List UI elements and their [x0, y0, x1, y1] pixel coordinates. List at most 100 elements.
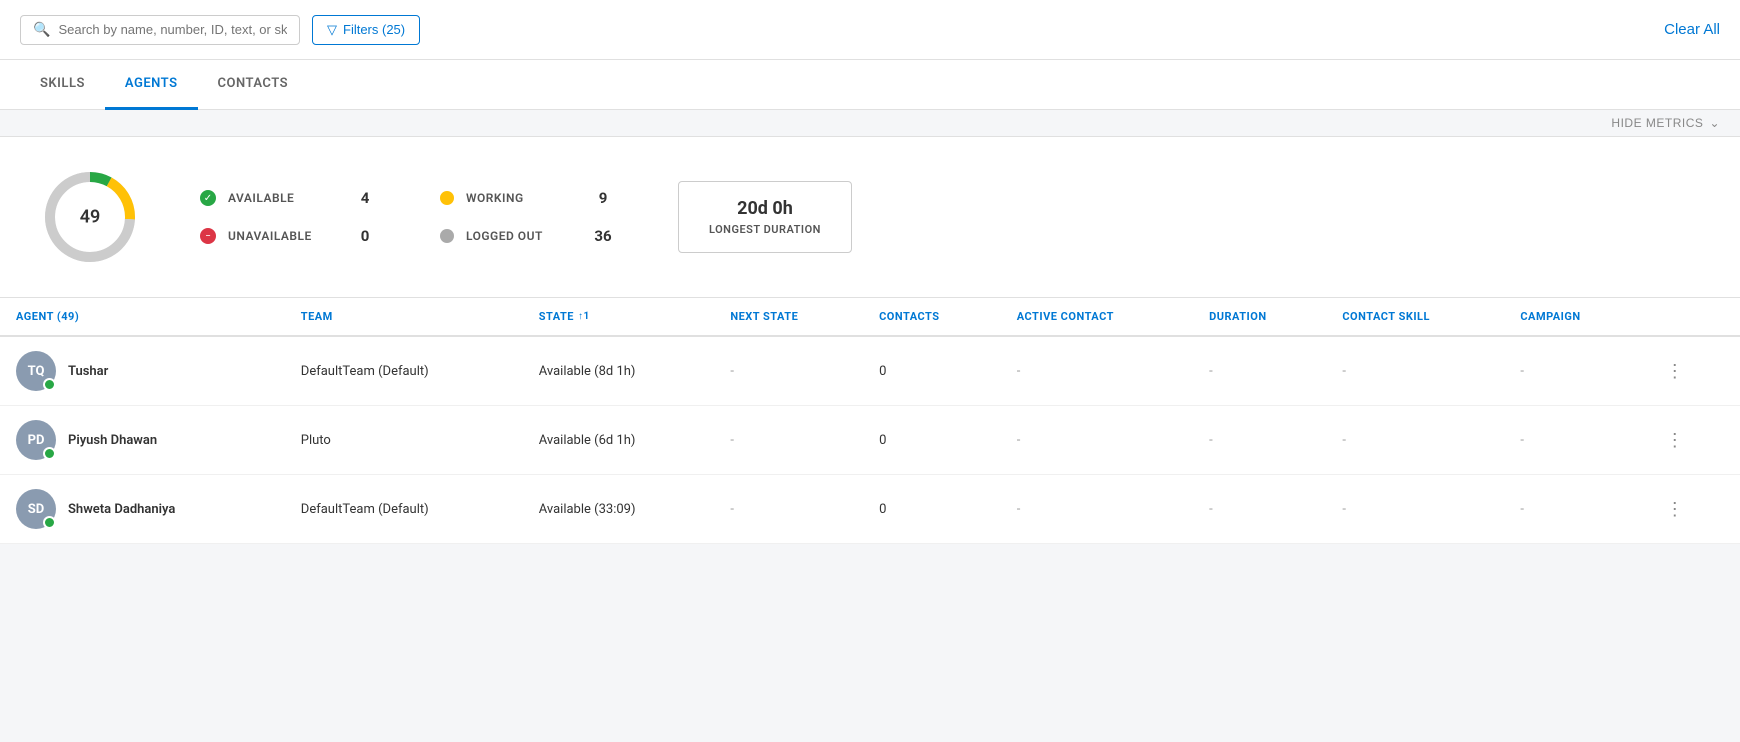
active-contact-cell-shweta: -	[1001, 475, 1193, 544]
table-header: AGENT (49) TEAM STATE ↑1 NEXT STATE CONT…	[0, 298, 1740, 336]
hide-metrics-label: HIDE METRICS	[1611, 116, 1703, 130]
filter-button[interactable]: ▽ Filters (25)	[312, 15, 420, 45]
duration-value: 20d 0h	[709, 198, 821, 219]
contact-skill-cell-tushar: -	[1326, 336, 1504, 406]
agent-cell-shweta: SD Shweta Dadhaniya	[0, 475, 285, 544]
table-row: PD Piyush Dhawan Pluto Available (6d 1h)…	[0, 406, 1740, 475]
duration-label: LONGEST DURATION	[709, 223, 821, 236]
stat-row-available: ✓ AVAILABLE 4	[200, 189, 380, 207]
working-value: 9	[588, 189, 618, 207]
duration-cell-piyush: -	[1193, 406, 1326, 475]
available-label: AVAILABLE	[228, 191, 338, 205]
stat-row-working: WORKING 9	[440, 189, 618, 207]
unavailable-icon: −	[200, 228, 216, 244]
more-actions-button-shweta[interactable]: ⋮	[1658, 495, 1692, 524]
available-icon: ✓	[200, 190, 216, 206]
team-cell-shweta: DefaultTeam (Default)	[285, 475, 523, 544]
logged-out-label: LOGGED OUT	[466, 229, 576, 243]
next-state-cell-tushar: -	[714, 336, 863, 406]
unavailable-label: UNAVAILABLE	[228, 229, 338, 243]
active-contact-cell-piyush: -	[1001, 406, 1193, 475]
chevron-down-icon: ⌄	[1709, 116, 1720, 130]
campaign-cell-piyush: -	[1504, 406, 1641, 475]
search-area: 🔍 ▽ Filters (25)	[20, 15, 420, 45]
working-label: WORKING	[466, 191, 576, 205]
state-cell-piyush: Available (6d 1h)	[523, 406, 715, 475]
status-badge-shweta	[43, 516, 56, 529]
metrics-header: HIDE METRICS ⌄	[0, 110, 1740, 137]
agent-name-piyush: Piyush Dhawan	[68, 433, 157, 448]
metrics-stats-2: WORKING 9 LOGGED OUT 36	[440, 189, 618, 245]
metrics-panel: 49 ✓ AVAILABLE 4 − UNAVAILABLE 0 WORKING…	[0, 137, 1740, 298]
table-row: SD Shweta Dadhaniya DefaultTeam (Default…	[0, 475, 1740, 544]
filter-label: Filters (25)	[343, 22, 405, 37]
logged-out-icon	[440, 229, 454, 243]
more-actions-cell-tushar: ⋮	[1642, 336, 1740, 406]
team-cell-piyush: Pluto	[285, 406, 523, 475]
contacts-cell-piyush: 0	[863, 406, 1001, 475]
agent-cell-tushar: TQ Tushar	[0, 336, 285, 406]
next-state-cell-shweta: -	[714, 475, 863, 544]
tab-contacts[interactable]: CONTACTS	[198, 60, 309, 110]
col-active-contact[interactable]: ACTIVE CONTACT	[1001, 298, 1193, 336]
avatar-tushar: TQ	[16, 351, 56, 391]
tabs-bar: SKILLS AGENTS CONTACTS	[0, 60, 1740, 110]
avatar-piyush: PD	[16, 420, 56, 460]
campaign-cell-shweta: -	[1504, 475, 1641, 544]
state-cell-tushar: Available (8d 1h)	[523, 336, 715, 406]
active-contact-cell-tushar: -	[1001, 336, 1193, 406]
duration-cell-tushar: -	[1193, 336, 1326, 406]
next-state-cell-piyush: -	[714, 406, 863, 475]
agents-table: AGENT (49) TEAM STATE ↑1 NEXT STATE CONT…	[0, 298, 1740, 544]
search-input[interactable]	[58, 22, 287, 37]
avatar-shweta: SD	[16, 489, 56, 529]
more-actions-cell-piyush: ⋮	[1642, 406, 1740, 475]
col-campaign[interactable]: CAMPAIGN	[1504, 298, 1641, 336]
campaign-cell-tushar: -	[1504, 336, 1641, 406]
search-icon: 🔍	[33, 22, 50, 38]
col-actions	[1642, 298, 1740, 336]
unavailable-value: 0	[350, 227, 380, 245]
col-contacts[interactable]: CONTACTS	[863, 298, 1001, 336]
agent-cell-piyush: PD Piyush Dhawan	[0, 406, 285, 475]
agent-name-shweta: Shweta Dadhaniya	[68, 502, 175, 517]
more-actions-button-piyush[interactable]: ⋮	[1658, 426, 1692, 455]
agent-name-tushar: Tushar	[68, 364, 108, 379]
contacts-cell-shweta: 0	[863, 475, 1001, 544]
col-state[interactable]: STATE ↑1	[523, 298, 715, 336]
col-team[interactable]: TEAM	[285, 298, 523, 336]
col-contact-skill[interactable]: CONTACT SKILL	[1326, 298, 1504, 336]
table-row: TQ Tushar DefaultTeam (Default) Availabl…	[0, 336, 1740, 406]
team-cell-tushar: DefaultTeam (Default)	[285, 336, 523, 406]
contact-skill-cell-piyush: -	[1326, 406, 1504, 475]
donut-chart: 49	[40, 167, 140, 267]
logged-out-value: 36	[588, 227, 618, 245]
col-duration[interactable]: DURATION	[1193, 298, 1326, 336]
status-badge-piyush	[43, 447, 56, 460]
sort-icon: ↑1	[578, 311, 590, 322]
tab-skills[interactable]: SKILLS	[20, 60, 105, 110]
metrics-stats: ✓ AVAILABLE 4 − UNAVAILABLE 0	[200, 189, 380, 245]
contacts-cell-tushar: 0	[863, 336, 1001, 406]
status-badge-tushar	[43, 378, 56, 391]
duration-cell-shweta: -	[1193, 475, 1326, 544]
stat-row-logged-out: LOGGED OUT 36	[440, 227, 618, 245]
state-cell-shweta: Available (33:09)	[523, 475, 715, 544]
table: AGENT (49) TEAM STATE ↑1 NEXT STATE CONT…	[0, 298, 1740, 544]
tab-agents[interactable]: AGENTS	[105, 60, 198, 110]
hide-metrics-button[interactable]: HIDE METRICS ⌄	[1611, 116, 1720, 130]
available-value: 4	[350, 189, 380, 207]
header-row: AGENT (49) TEAM STATE ↑1 NEXT STATE CONT…	[0, 298, 1740, 336]
clear-all-button[interactable]: Clear All	[1664, 21, 1720, 38]
more-actions-button-tushar[interactable]: ⋮	[1658, 357, 1692, 386]
contact-skill-cell-shweta: -	[1326, 475, 1504, 544]
more-actions-cell-shweta: ⋮	[1642, 475, 1740, 544]
col-next-state[interactable]: NEXT STATE	[714, 298, 863, 336]
col-agent[interactable]: AGENT (49)	[0, 298, 285, 336]
stat-row-unavailable: − UNAVAILABLE 0	[200, 227, 380, 245]
search-box: 🔍	[20, 15, 300, 45]
donut-total: 49	[80, 207, 101, 228]
table-body: TQ Tushar DefaultTeam (Default) Availabl…	[0, 336, 1740, 544]
duration-box: 20d 0h LONGEST DURATION	[678, 181, 852, 253]
working-icon	[440, 191, 454, 205]
